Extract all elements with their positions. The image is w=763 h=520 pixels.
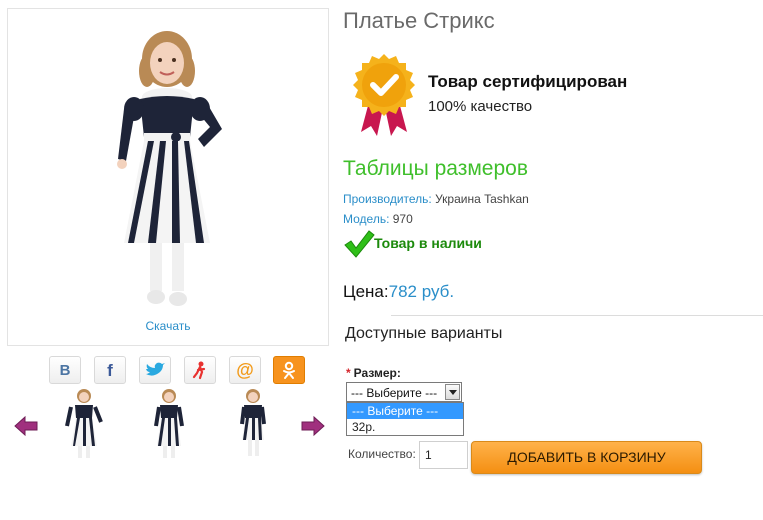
- size-label: * Размер:: [346, 366, 401, 380]
- thumbnails-prev-button[interactable]: [13, 414, 39, 438]
- divider: [391, 315, 763, 316]
- girl-in-dress-photo: [117, 31, 222, 306]
- twitter-icon: [146, 362, 165, 376]
- odnoklassniki-icon: [192, 361, 206, 380]
- main-product-image[interactable]: Скачать: [7, 8, 329, 346]
- thumbnail-2[interactable]: [146, 386, 192, 462]
- quantity-input[interactable]: [419, 441, 468, 469]
- download-link[interactable]: Скачать: [8, 319, 328, 333]
- thumbnail-3[interactable]: [230, 386, 276, 462]
- thumbnail-1-image: [65, 389, 103, 458]
- model-label: Модель:: [343, 212, 390, 226]
- certified-title: Товар сертифицирован: [428, 72, 628, 91]
- twitter-share-button[interactable]: [139, 356, 171, 384]
- ok-share-button[interactable]: [273, 356, 305, 384]
- thumbnail-2-image: [154, 389, 184, 458]
- facebook-share-button[interactable]: f: [94, 356, 126, 384]
- arrow-left-icon: [14, 415, 38, 437]
- stock-status-label: Товар в наличи: [374, 235, 482, 251]
- quantity-label: Количество:: [348, 447, 416, 461]
- size-dropdown-list[interactable]: --- Выберите --- 32р.: [346, 402, 464, 436]
- model-row: Модель: 970: [343, 212, 413, 226]
- manufacturer-value: Украина Tashkan: [431, 192, 529, 206]
- odnoklassniki-share-button[interactable]: [184, 356, 216, 384]
- manufacturer-label[interactable]: Производитель:: [343, 192, 432, 206]
- price-row: Цена:782 руб.: [343, 282, 454, 302]
- ok-icon: [283, 361, 295, 379]
- variants-title: Доступные варианты: [345, 325, 503, 342]
- facebook-icon: f: [107, 361, 113, 379]
- mail-ru-share-button[interactable]: @: [229, 356, 261, 384]
- add-to-cart-button[interactable]: ДОБАВИТЬ В КОРЗИНУ: [471, 441, 702, 474]
- checkmark-icon: [344, 230, 375, 258]
- price-value: 782 руб.: [388, 282, 455, 301]
- thumbnail-1[interactable]: [61, 386, 107, 462]
- size-option-placeholder[interactable]: --- Выберите ---: [347, 403, 463, 419]
- size-select-value: --- Выберите ---: [351, 386, 438, 400]
- size-label-text: Размер:: [353, 366, 401, 380]
- svg-text:f: f: [107, 361, 113, 379]
- manufacturer-row: Производитель: Украина Tashkan: [343, 192, 529, 206]
- mail-ru-icon: @: [236, 360, 254, 380]
- thumbnail-3-image: [240, 389, 266, 456]
- size-table-link[interactable]: Таблицы размеров: [343, 157, 528, 181]
- svg-text:@: @: [236, 360, 254, 380]
- model-value: 970: [389, 212, 413, 226]
- chevron-down-icon[interactable]: [445, 384, 460, 400]
- vk-icon: В: [60, 362, 71, 379]
- thumbnails-next-button[interactable]: [300, 414, 326, 438]
- arrow-right-icon: [301, 415, 325, 437]
- size-option-32[interactable]: 32р.: [347, 419, 463, 435]
- size-select[interactable]: --- Выберите ---: [346, 382, 462, 402]
- quality-subtitle: 100% качество: [428, 98, 533, 115]
- certified-badge-icon: [351, 52, 417, 138]
- vk-share-button[interactable]: В: [49, 356, 81, 384]
- price-label: Цена:: [343, 282, 389, 301]
- svg-text:В: В: [60, 362, 71, 379]
- required-marker: *: [346, 366, 351, 380]
- product-title: Платье Стрикс: [343, 8, 495, 33]
